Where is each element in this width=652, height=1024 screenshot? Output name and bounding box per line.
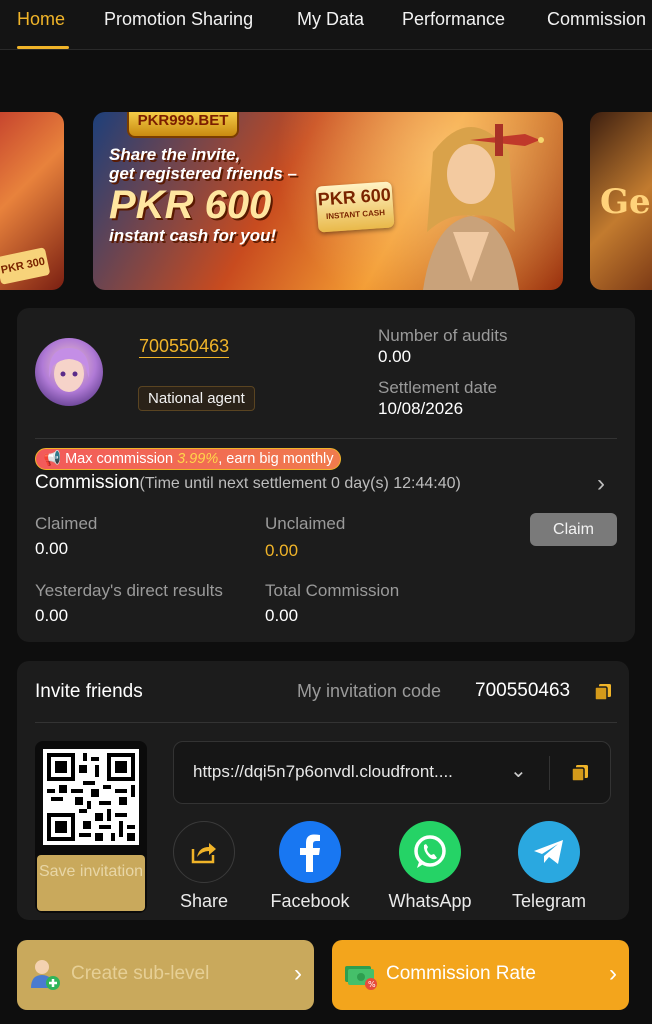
tab-home[interactable]: Home bbox=[17, 9, 65, 30]
brand-logo: PKR999.BET bbox=[127, 112, 239, 138]
qr-panel: Save invitation bbox=[35, 741, 147, 913]
claimed-value: 0.00 bbox=[35, 539, 69, 558]
commission-title: Commission bbox=[35, 472, 140, 493]
banner-line-3: instant cash for you! bbox=[109, 226, 277, 246]
chevron-down-icon[interactable]: ⌄ bbox=[510, 758, 527, 783]
link-separator bbox=[549, 756, 550, 790]
copy-code-icon[interactable] bbox=[593, 682, 613, 702]
claim-button[interactable]: Claim bbox=[530, 513, 617, 546]
active-tab-indicator bbox=[17, 46, 69, 49]
banner-slide-prev[interactable]: PKR 300 bbox=[0, 112, 64, 290]
tab-commission[interactable]: Commission bbox=[547, 9, 646, 30]
banner-prev-tag: PKR 300 bbox=[0, 247, 51, 285]
max-commission-rate: 3.99% bbox=[177, 451, 219, 467]
tab-my-data[interactable]: My Data bbox=[297, 9, 364, 30]
top-tab-bar: Home Promotion Sharing My Data Performan… bbox=[0, 0, 652, 50]
share-button[interactable]: Share bbox=[154, 821, 254, 912]
total-commission-value: 0.00 bbox=[265, 606, 299, 625]
commission-rate-button[interactable]: % Commission Rate › bbox=[332, 940, 629, 1010]
create-sub-level-label: Create sub-level bbox=[71, 963, 210, 984]
avatar-image bbox=[48, 348, 90, 392]
max-commission-pill: 📢 Max commission 3.99%, earn big monthly bbox=[35, 448, 342, 470]
audits-value: 0.00 bbox=[378, 347, 412, 366]
telegram-share-button[interactable]: Telegram bbox=[499, 821, 599, 912]
chevron-right-icon: › bbox=[609, 960, 617, 987]
claimed-label: Claimed bbox=[35, 514, 98, 533]
copy-link-icon[interactable] bbox=[570, 763, 590, 783]
telegram-icon bbox=[518, 821, 580, 883]
settlement-date-label: Settlement date bbox=[378, 378, 498, 397]
invitation-code-label: My invitation code bbox=[297, 681, 442, 701]
invite-link-field[interactable]: https://dqi5n7p6onvdl.cloudfront.... ⌄ bbox=[173, 741, 611, 804]
facebook-label: Facebook bbox=[270, 891, 350, 911]
banner-line-1: Share the invite, bbox=[109, 145, 241, 164]
commission-heading[interactable]: Commission(Time until next settlement 0 … bbox=[35, 472, 461, 494]
settlement-timer: (Time until next settlement 0 day(s) 12:… bbox=[139, 475, 461, 492]
banner-plane-image bbox=[470, 124, 544, 156]
invite-card: Invite friends My invitation code 700550… bbox=[17, 661, 629, 920]
chevron-right-icon: › bbox=[294, 960, 302, 987]
invite-divider bbox=[35, 722, 617, 723]
invite-link-text: https://dqi5n7p6onvdl.cloudfront.... bbox=[193, 762, 453, 781]
invitation-code: 700550463 bbox=[475, 680, 571, 701]
agent-id-link[interactable]: 700550463 bbox=[139, 336, 230, 358]
tab-performance[interactable]: Performance bbox=[402, 9, 505, 30]
whatsapp-share-button[interactable]: WhatsApp bbox=[380, 821, 480, 912]
banner-promo-text: Share the invite, get registered friends… bbox=[109, 145, 339, 246]
max-commission-prefix: Max commission bbox=[65, 451, 178, 467]
settlement-date-value: 10/08/2026 bbox=[378, 399, 464, 418]
add-user-icon bbox=[31, 960, 60, 990]
svg-text:%: % bbox=[368, 980, 376, 989]
facebook-icon bbox=[279, 821, 341, 883]
banner-slide-main[interactable]: PKR999.BET Share the invite, get registe… bbox=[93, 112, 563, 290]
invite-title: Invite friends bbox=[35, 681, 143, 702]
agent-card: 700550463 National agent Number of audit… bbox=[17, 308, 635, 642]
banner-amount: PKR 600 bbox=[109, 183, 272, 228]
unclaimed-label: Unclaimed bbox=[265, 514, 346, 533]
telegram-label: Telegram bbox=[511, 891, 587, 911]
agent-divider bbox=[35, 438, 617, 439]
whatsapp-label: WhatsApp bbox=[388, 891, 472, 911]
save-invitation-button[interactable]: Save invitation bbox=[37, 855, 145, 911]
yesterday-results-label: Yesterday's direct results bbox=[35, 581, 223, 600]
avatar bbox=[35, 338, 103, 406]
qr-code-image bbox=[43, 749, 139, 845]
money-icon: % bbox=[345, 966, 377, 990]
banner-cash-card: PKR 600 INSTANT CASH bbox=[315, 181, 395, 233]
banner-line-1b: get registered friends – bbox=[109, 163, 298, 183]
banner-carousel[interactable]: PKR 300 PKR999.BET Share the invite, get… bbox=[0, 100, 652, 300]
commission-rate-label: Commission Rate bbox=[386, 963, 536, 984]
agent-level-badge: National agent bbox=[138, 386, 255, 411]
unclaimed-value: 0.00 bbox=[265, 541, 299, 560]
share-icon bbox=[173, 821, 235, 883]
tab-promotion-sharing[interactable]: Promotion Sharing bbox=[104, 9, 253, 30]
banner-next-text: Ge bbox=[600, 182, 651, 222]
audits-label: Number of audits bbox=[378, 326, 508, 345]
max-commission-suffix: , earn big monthly bbox=[218, 451, 334, 467]
facebook-share-button[interactable]: Facebook bbox=[260, 821, 360, 912]
banner-slide-next[interactable]: Ge bbox=[590, 112, 652, 290]
total-commission-label: Total Commission bbox=[265, 581, 400, 600]
megaphone-icon: 📢 bbox=[43, 451, 62, 467]
yesterday-results-value: 0.00 bbox=[35, 606, 69, 625]
commission-chevron-right-icon[interactable]: › bbox=[597, 472, 605, 496]
create-sub-level-button[interactable]: Create sub-level › bbox=[17, 940, 314, 1010]
whatsapp-icon bbox=[399, 821, 461, 883]
share-label: Share bbox=[179, 891, 229, 911]
